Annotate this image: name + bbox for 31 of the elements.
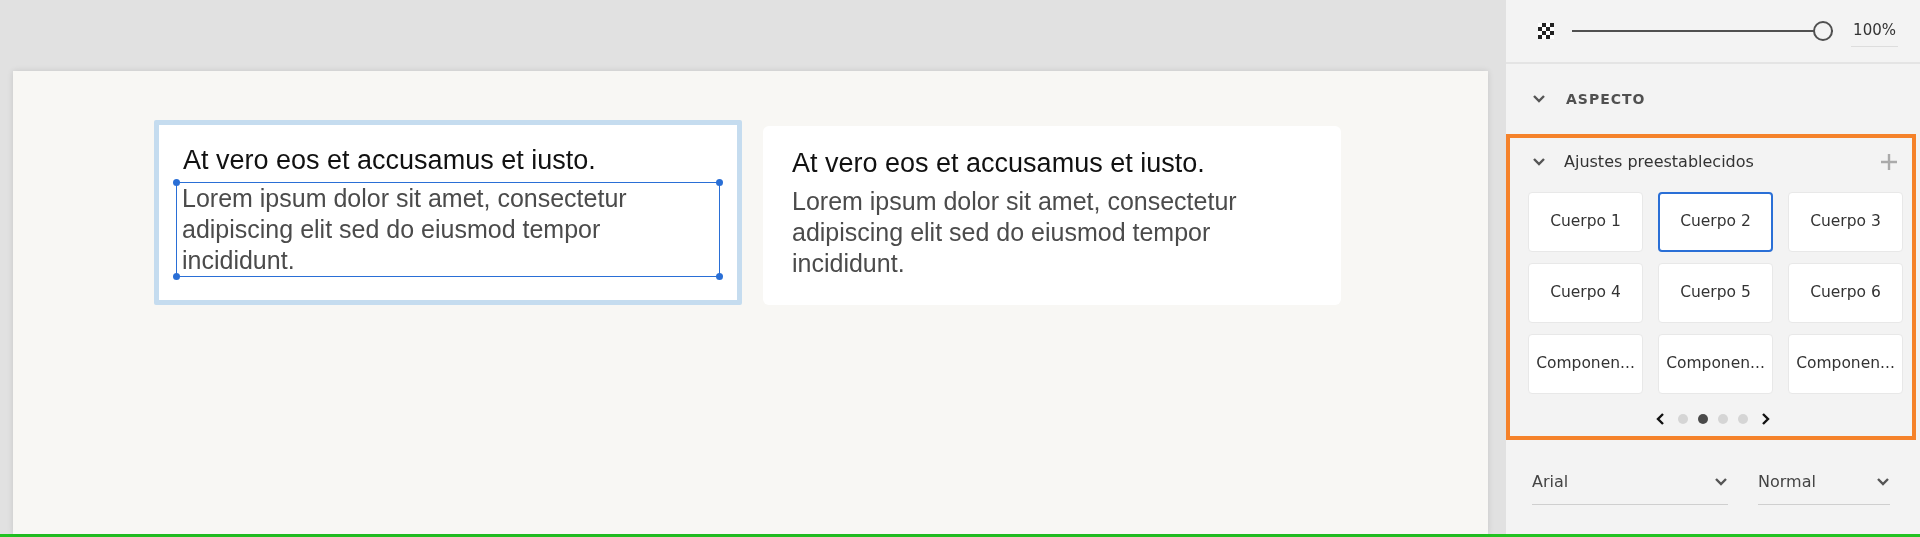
preset-tile[interactable]: Cuerpo 2 [1658, 192, 1773, 252]
preset-tile[interactable]: Componen... [1658, 334, 1773, 394]
resize-handle[interactable] [173, 179, 180, 186]
text-card[interactable]: At vero eos et accusamus et iusto. Lorem ipsum dolor sit amet, consectetur adipiscing elit sed do eiusmod tempor incididunt. [763, 126, 1341, 305]
page-dot[interactable] [1738, 414, 1748, 424]
card-text: Lorem ipsum dolor sit amet, consectetur adipiscing elit sed do eiusmod tempor incididunt. [792, 186, 1238, 279]
preset-tile[interactable]: Cuerpo 1 [1528, 192, 1643, 252]
preset-tile[interactable]: Cuerpo 5 [1658, 263, 1773, 323]
font-weight-dropdown[interactable]: Normal [1758, 464, 1890, 505]
preset-tile[interactable]: Cuerpo 3 [1788, 192, 1903, 252]
opacity-slider[interactable] [1572, 19, 1834, 43]
page-dot[interactable] [1698, 414, 1708, 424]
presets-title: Ajustes preestablecidos [1564, 151, 1755, 173]
preset-tile[interactable]: Componen... [1788, 334, 1903, 394]
page-dot[interactable] [1718, 414, 1728, 424]
card-title: At vero eos et accusamus et iusto. [792, 147, 1206, 180]
slider-thumb[interactable] [1813, 21, 1834, 41]
resize-handle[interactable] [716, 179, 723, 186]
page-dot[interactable] [1678, 414, 1688, 424]
font-family-dropdown[interactable]: Arial [1532, 464, 1728, 505]
preset-tile[interactable]: Cuerpo 6 [1788, 263, 1903, 323]
preset-tile[interactable]: Cuerpo 4 [1528, 263, 1643, 323]
preset-tile[interactable]: Componen... [1528, 334, 1643, 394]
text-card[interactable]: At vero eos et accusamus et iusto. Lorem ipsum dolor sit amet, consectetur adipiscing elit sed do eiusmod tempor incididunt. [154, 120, 742, 305]
section-title: ASPECTO [1566, 89, 1646, 109]
card-text: Lorem ipsum dolor sit amet, consectetur adipiscing elit sed do eiusmod tempor incididunt. [177, 183, 719, 276]
transparency-icon [1538, 23, 1554, 39]
card-title: At vero eos et accusamus et iusto. [183, 144, 597, 177]
opacity-value[interactable]: 100% [1851, 15, 1898, 47]
resize-handle[interactable] [716, 273, 723, 280]
resize-handle[interactable] [173, 273, 180, 280]
